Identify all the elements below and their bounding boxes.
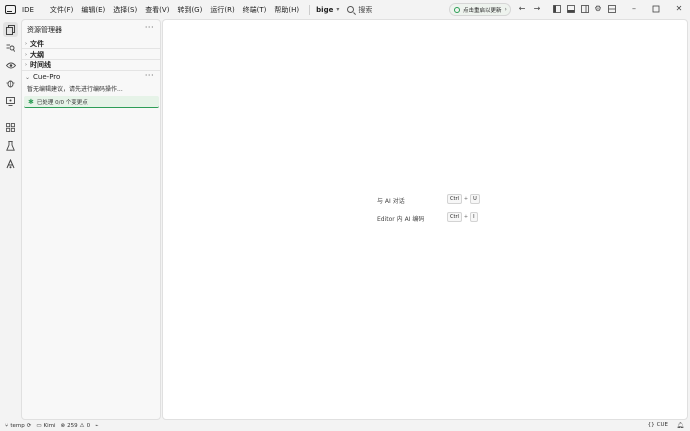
- menu-file[interactable]: 文件(F): [46, 3, 78, 17]
- cue-pro-more-icon[interactable]: ···: [145, 71, 154, 80]
- menu-go[interactable]: 转到(G): [173, 3, 206, 17]
- warning-icon: ⚠: [79, 422, 85, 429]
- project-name: bige: [316, 5, 334, 14]
- layout-grid-icon[interactable]: [608, 5, 616, 13]
- section-timeline[interactable]: › 时间线: [25, 60, 51, 70]
- chevron-right-icon: ›: [25, 52, 27, 58]
- update-icon: [454, 6, 460, 13]
- model-icon: ▭: [36, 422, 42, 429]
- eye-icon[interactable]: [3, 58, 18, 73]
- cue-pro-title: Cue-Pro: [33, 73, 61, 81]
- model-name: Kimi: [43, 422, 56, 429]
- chevron-right-icon: ›: [25, 62, 27, 68]
- branch-indicator[interactable]: ⑂ temp ⟳: [5, 423, 31, 429]
- ai-assistant-icon[interactable]: [3, 156, 18, 171]
- back-arrow-icon[interactable]: ←: [518, 5, 526, 13]
- status-bar: ⑂ temp ⟳ ▭ Kimi ⊗ 259 ⚠ 0 ⌁ {} CUE 🔔︎: [0, 420, 690, 431]
- maximize-icon[interactable]: [652, 5, 660, 13]
- sync-icon: ⟳: [26, 422, 32, 429]
- section-divider: [22, 70, 160, 71]
- title-bar: IDE 文件(F) 编辑(E) 选择(S) 查看(V) 转到(G) 运行(R) …: [0, 0, 690, 19]
- search-icon: [347, 6, 355, 13]
- sparkle-check-icon: ✱: [28, 97, 34, 106]
- git-branch-icon: ⑂: [5, 422, 9, 429]
- editor-welcome-area: 与 AI 对话 Ctrl + U Editor 内 AI 编码 Ctrl + I: [162, 19, 688, 420]
- toggle-panel-icon[interactable]: [567, 5, 575, 13]
- testing-flask-icon[interactable]: [3, 138, 18, 153]
- menu-divider: [309, 4, 311, 15]
- error-count: 259: [67, 422, 78, 429]
- menu-terminal[interactable]: 终端(T): [239, 3, 271, 17]
- menu-selection[interactable]: 选择(S): [109, 3, 141, 17]
- kbd-plus: +: [463, 214, 469, 220]
- chat-shortcut: Ctrl + U: [447, 194, 480, 204]
- app-label: IDE: [22, 5, 34, 14]
- menu-edit[interactable]: 编辑(E): [77, 3, 109, 17]
- menu-bar: 文件(F) 编辑(E) 选择(S) 查看(V) 转到(G) 运行(R) 终端(T…: [46, 3, 303, 17]
- project-selector[interactable]: bige ▾: [316, 6, 339, 14]
- command-search[interactable]: 搜索: [347, 5, 372, 15]
- settings-gear-icon[interactable]: ⚙: [594, 5, 602, 13]
- forward-arrow-icon[interactable]: →: [533, 5, 541, 13]
- cue-pro-message: 暂无编辑建议，请先进行编码操作...: [27, 86, 123, 93]
- kbd-i: I: [470, 212, 478, 222]
- kbd-plus: +: [463, 196, 469, 202]
- search-label: 搜索: [358, 5, 373, 14]
- language-mode[interactable]: {} CUE: [648, 422, 668, 428]
- chevron-right-icon: ›: [504, 6, 507, 13]
- error-icon: ⊗: [60, 422, 66, 429]
- toggle-secondary-sidebar-icon[interactable]: [581, 5, 589, 13]
- explorer-sidebar: 资源管理器 ··· › 文件 › 大纲 › 时间线 ⌄ Cue-Pro ··· …: [21, 19, 161, 420]
- inline-ai-hint-label: Editor 内 AI 编码: [377, 216, 425, 223]
- debug-bug-icon[interactable]: [3, 76, 18, 91]
- branch-name: temp: [10, 422, 25, 429]
- kbd-ctrl: Ctrl: [447, 194, 462, 204]
- chevron-right-icon: ›: [25, 41, 27, 47]
- cue-pro-section-header[interactable]: ⌄ Cue-Pro: [25, 73, 60, 81]
- kbd-u: U: [470, 194, 480, 204]
- chat-hint-label: 与 AI 对话: [377, 198, 405, 205]
- language-name: CUE: [656, 422, 668, 428]
- section-timeline-label: 时间线: [30, 61, 51, 69]
- notification-bell-icon[interactable]: 🔔︎: [676, 422, 684, 429]
- update-button[interactable]: 点击重启以更新 ›: [449, 3, 511, 16]
- ports-indicator[interactable]: ⌁: [95, 423, 98, 429]
- explorer-more-icon[interactable]: ···: [145, 23, 154, 32]
- warning-count: 0: [86, 422, 91, 429]
- broadcast-icon: ⌁: [95, 422, 99, 429]
- menu-view[interactable]: 查看(V): [141, 3, 173, 17]
- chevron-down-icon: ▾: [336, 6, 340, 13]
- toggle-primary-sidebar-icon[interactable]: [553, 5, 561, 13]
- app-logo-icon: [5, 5, 16, 14]
- explorer-icon[interactable]: [3, 22, 18, 37]
- menu-help[interactable]: 帮助(H): [270, 3, 303, 17]
- remote-monitor-icon[interactable]: [3, 94, 18, 109]
- kbd-ctrl: Ctrl: [447, 212, 462, 222]
- minimize-icon[interactable]: –: [630, 5, 638, 13]
- explorer-title: 资源管理器: [27, 26, 62, 34]
- cue-pro-status-text: 已处理 0/0 个变更点: [36, 99, 88, 106]
- problems-indicator[interactable]: ⊗ 259 ⚠ 0: [61, 423, 91, 429]
- activity-bar: [0, 19, 21, 420]
- search-replace-icon[interactable]: [3, 40, 18, 55]
- section-divider: [22, 48, 160, 49]
- update-label: 点击重启以更新: [463, 7, 502, 14]
- braces-icon: {}: [647, 422, 655, 428]
- extensions-icon[interactable]: [3, 120, 18, 135]
- chevron-down-icon: ⌄: [25, 73, 31, 81]
- menu-run[interactable]: 运行(R): [206, 3, 238, 17]
- close-icon[interactable]: ✕: [675, 5, 683, 13]
- model-indicator[interactable]: ▭ Kimi: [36, 423, 55, 429]
- inline-ai-shortcut: Ctrl + I: [447, 212, 478, 222]
- cue-pro-status-badge: ✱ 已处理 0/0 个变更点: [24, 96, 159, 108]
